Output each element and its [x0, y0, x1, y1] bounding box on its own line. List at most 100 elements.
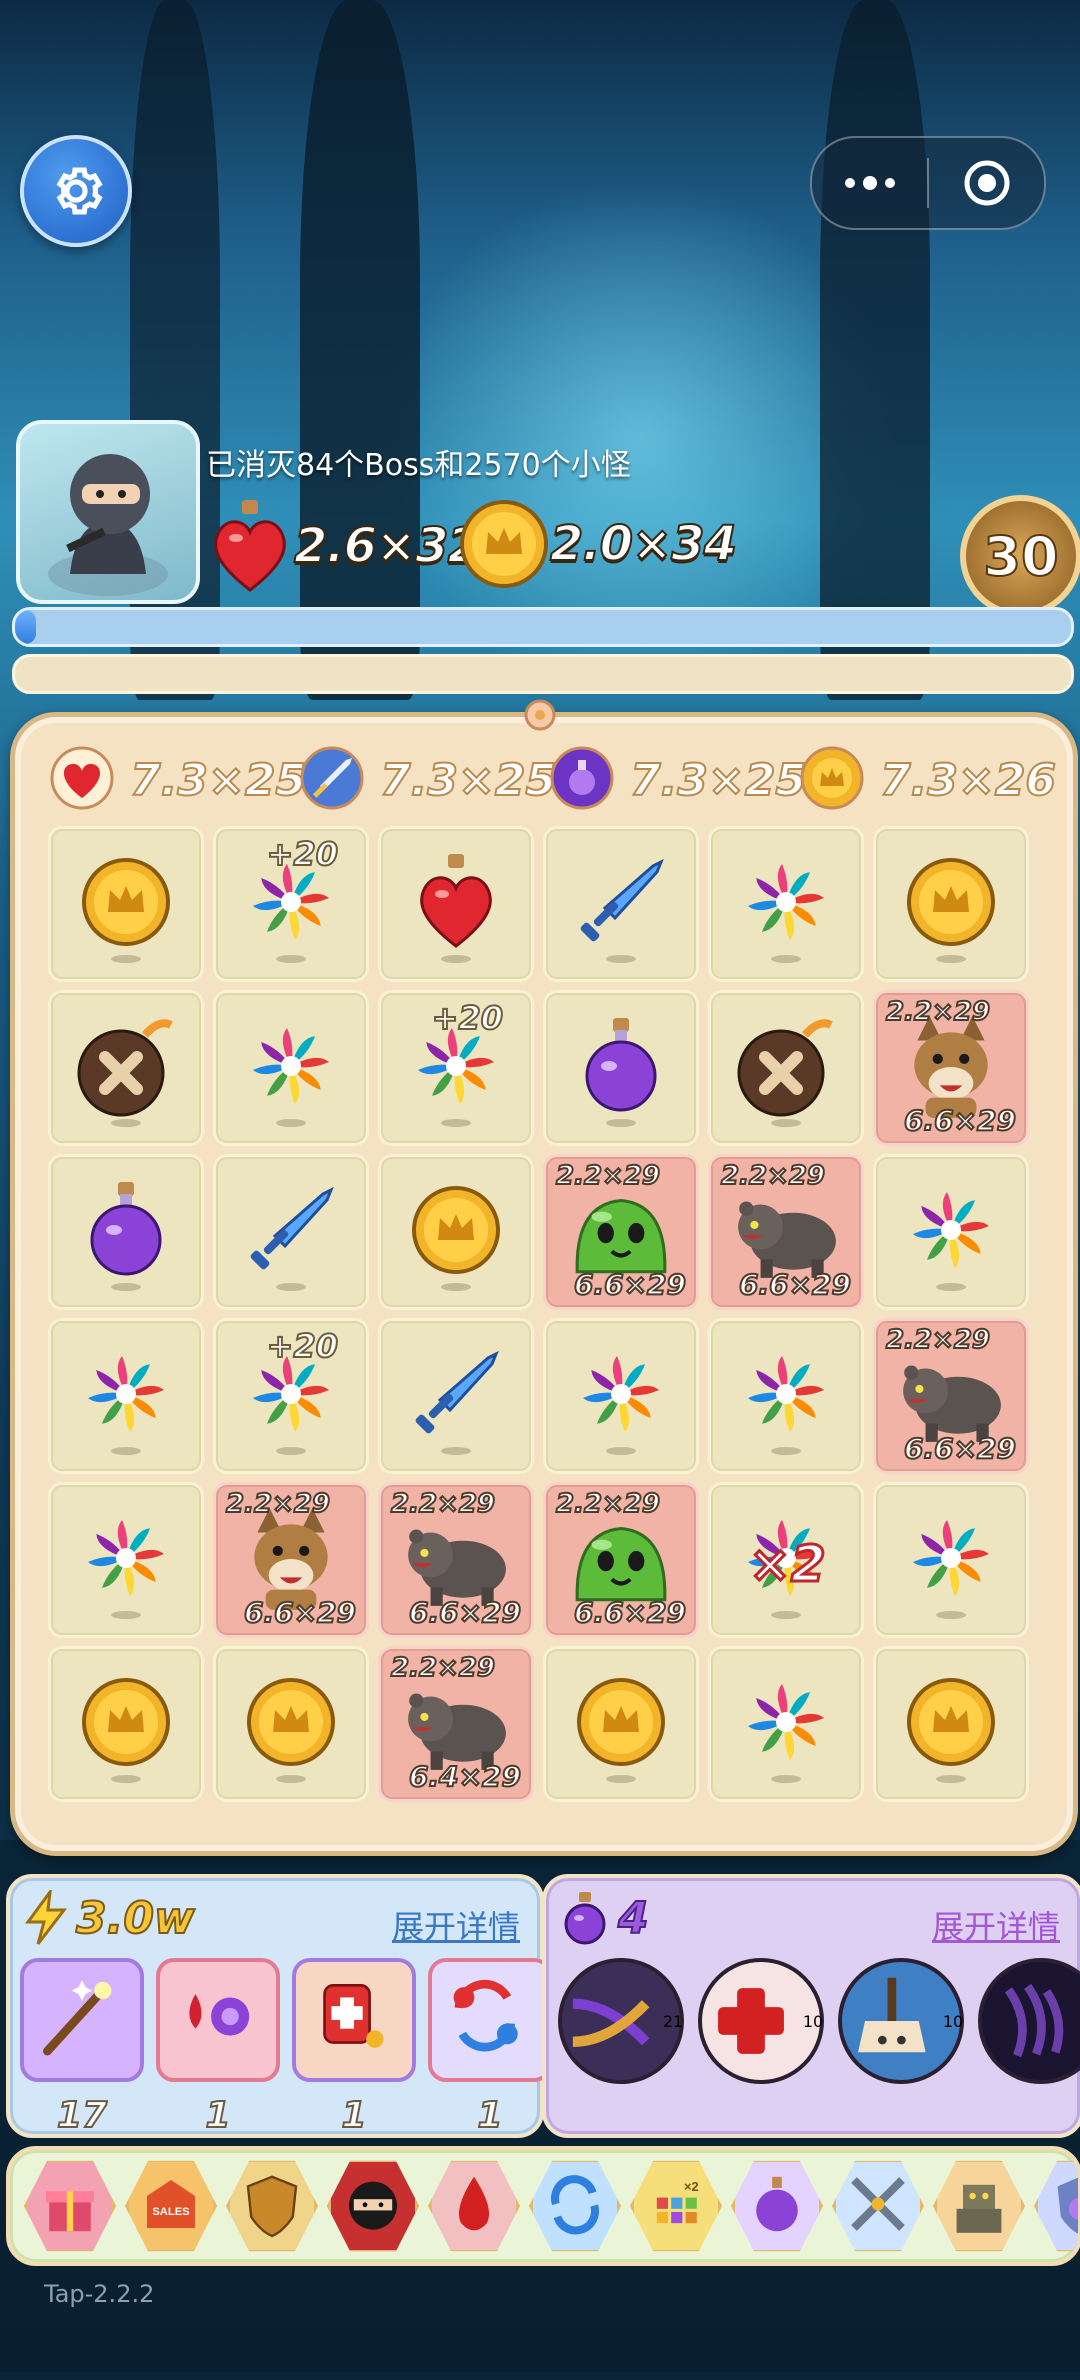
item-tile[interactable] [48, 990, 204, 1146]
close-mini-program-button[interactable] [929, 138, 1044, 228]
item-tile[interactable] [213, 1154, 369, 1310]
coin-stat: 2.0×34 [458, 498, 738, 590]
coin-icon [905, 1676, 997, 1772]
tile-shadow [276, 1283, 306, 1291]
item-tile[interactable] [873, 826, 1029, 982]
tile-shadow [771, 1447, 801, 1455]
rainbow-icon [740, 1348, 832, 1444]
gift-icon [30, 2164, 110, 2248]
enemy-tile[interactable]: 2.2×29 6.6×29 [213, 1482, 369, 1638]
settings-button[interactable] [20, 135, 132, 247]
skill-count: 17 [56, 2094, 108, 2137]
coin-icon [800, 746, 864, 814]
enemy-tile[interactable]: 2.2×29 6.6×29 [378, 1482, 534, 1638]
item-tile[interactable] [48, 826, 204, 982]
enemy-tile[interactable]: 2.2×29 6.6×29 [873, 990, 1029, 1146]
item-tile[interactable]: ×2 [708, 1482, 864, 1638]
item-tile[interactable] [708, 990, 864, 1146]
avatar[interactable] [16, 420, 200, 604]
item-tile[interactable] [543, 826, 699, 982]
item-tile[interactable] [48, 1318, 204, 1474]
item-tile[interactable] [543, 1646, 699, 1802]
claw-skill-button[interactable]: 20 [978, 1958, 1080, 2084]
tile-shadow [771, 955, 801, 963]
item-tile[interactable] [873, 1154, 1029, 1310]
heart-stat: 2.6×32 [206, 498, 482, 594]
energy-header: 3.0w [24, 1890, 196, 1946]
item-tile[interactable] [708, 1646, 864, 1802]
enemy-hp-label: 6.6×29 [243, 1595, 357, 1630]
golem-button[interactable] [933, 2160, 1025, 2252]
enemy-tile[interactable]: 2.2×29 6.6×29 [873, 1318, 1029, 1474]
tile-shadow [936, 955, 966, 963]
blood-orb-skill-button[interactable]: 1 [156, 1958, 280, 2137]
enemy-tile[interactable]: 2.2×29 6.6×29 [543, 1482, 699, 1638]
toolbar-row: SALES ×2 [24, 2158, 1078, 2254]
crossed-swords-icon [838, 2164, 918, 2248]
coin-icon [80, 1676, 172, 1772]
blood-drop-icon [434, 2164, 514, 2248]
item-tile[interactable] [708, 826, 864, 982]
item-tile[interactable] [213, 990, 369, 1146]
rainbow-icon [80, 1512, 172, 1608]
enemy-tile[interactable]: 2.2×29 6.4×29 [378, 1646, 534, 1802]
more-menu-button[interactable] [812, 138, 927, 228]
item-tile[interactable] [48, 1482, 204, 1638]
tree-trunk-right [820, 0, 930, 700]
swap-skill-button[interactable]: 1 [428, 1958, 552, 2137]
energy-value: 3.0w [75, 1892, 196, 1945]
magic-wand-icon [30, 1968, 134, 2072]
skill-count: 21 [662, 2011, 684, 2031]
enemy-tile[interactable]: 2.2×29 6.6×29 [543, 1154, 699, 1310]
item-tile[interactable] [213, 1646, 369, 1802]
item-tile[interactable] [48, 1154, 204, 1310]
refresh-button[interactable] [529, 2160, 621, 2252]
magic-wand-skill-button[interactable]: 17 [20, 1958, 144, 2137]
item-tile[interactable]: +20 [213, 826, 369, 982]
heal-cross-skill-button[interactable]: 10 [698, 1958, 824, 2084]
item-tile[interactable] [378, 1318, 534, 1474]
gear-icon [56, 167, 103, 215]
item-tile[interactable] [873, 1482, 1029, 1638]
item-tile[interactable] [708, 1318, 864, 1474]
potion-expand-link[interactable]: 展开详情 [932, 1902, 1060, 1948]
coin-icon [80, 856, 172, 952]
enemy-tile[interactable]: 2.2×29 6.6×29 [708, 1154, 864, 1310]
double-grid-button[interactable]: ×2 [630, 2160, 722, 2252]
tile-shadow [771, 1611, 801, 1619]
energy-expand-link[interactable]: 展开详情 [392, 1902, 520, 1948]
potion-flask-button[interactable] [731, 2160, 823, 2252]
ninja-icon [333, 2164, 413, 2248]
item-tile[interactable] [873, 1646, 1029, 1802]
shield-potion-button[interactable] [1034, 2160, 1078, 2252]
claw-icon [979, 1969, 1080, 2073]
sales-tag-icon: SALES [131, 2164, 211, 2248]
potion-icon [575, 1016, 667, 1120]
shield-badge-button[interactable] [226, 2160, 318, 2252]
refresh-icon [535, 2164, 615, 2248]
shuffle-skill-button[interactable]: 21 [558, 1958, 684, 2084]
item-tile[interactable] [543, 990, 699, 1146]
heart-icon [50, 746, 114, 814]
ninja-button[interactable] [327, 2160, 419, 2252]
item-tile[interactable]: +20 [213, 1318, 369, 1474]
broom-skill-button[interactable]: 10 [838, 1958, 964, 2084]
tile-shadow [111, 1611, 141, 1619]
potion-icon [80, 1180, 172, 1284]
item-tile[interactable]: +20 [378, 990, 534, 1146]
more-dots-icon [844, 176, 895, 190]
tile-shadow [936, 1775, 966, 1783]
gift-button[interactable] [24, 2160, 116, 2252]
crossed-swords-button[interactable] [832, 2160, 924, 2252]
sales-tag-button[interactable]: SALES [125, 2160, 217, 2252]
item-tile[interactable] [378, 1154, 534, 1310]
item-tile[interactable] [378, 826, 534, 982]
lightning-icon [25, 1890, 68, 1945]
item-tile[interactable] [543, 1318, 699, 1474]
blood-drop-button[interactable] [428, 2160, 520, 2252]
item-tile[interactable] [48, 1646, 204, 1802]
tile-shadow [276, 1447, 306, 1455]
tile-shadow [111, 1447, 141, 1455]
blood-bag-skill-button[interactable]: 1 [292, 1958, 416, 2137]
secondary-bar [12, 654, 1074, 694]
